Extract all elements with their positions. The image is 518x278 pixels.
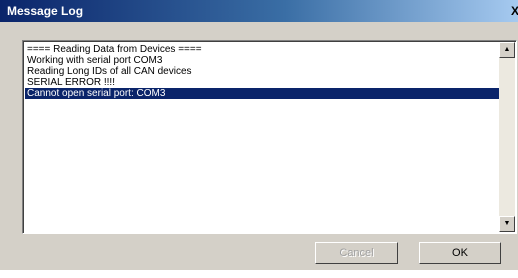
title-bar[interactable]: Message Log X — [0, 0, 518, 22]
log-line[interactable]: Reading Long IDs of all CAN devices — [25, 66, 499, 77]
scroll-down-button[interactable]: ▼ — [499, 216, 515, 232]
cancel-button[interactable]: Cancel — [315, 242, 398, 264]
down-arrow-icon: ▼ — [503, 220, 511, 227]
log-line-selected[interactable]: Cannot open serial port: COM3 — [25, 88, 499, 99]
close-icon: X — [511, 4, 518, 18]
vertical-scrollbar[interactable]: ▲ ▼ — [499, 42, 515, 232]
log-lines: ==== Reading Data from Devices ==== Work… — [25, 44, 499, 99]
log-line[interactable]: Working with serial port COM3 — [25, 55, 499, 66]
ok-button[interactable]: OK — [419, 242, 501, 264]
log-line[interactable]: ==== Reading Data from Devices ==== — [25, 44, 499, 55]
log-line[interactable]: SERIAL ERROR !!!! — [25, 77, 499, 88]
dialog-title: Message Log — [7, 4, 84, 18]
message-log-listbox[interactable]: ==== Reading Data from Devices ==== Work… — [22, 40, 517, 234]
up-arrow-icon: ▲ — [503, 46, 511, 53]
message-log-dialog: Message Log X ==== Reading Data from Dev… — [0, 0, 518, 270]
close-button[interactable]: X — [510, 2, 518, 20]
scroll-up-button[interactable]: ▲ — [499, 42, 515, 58]
